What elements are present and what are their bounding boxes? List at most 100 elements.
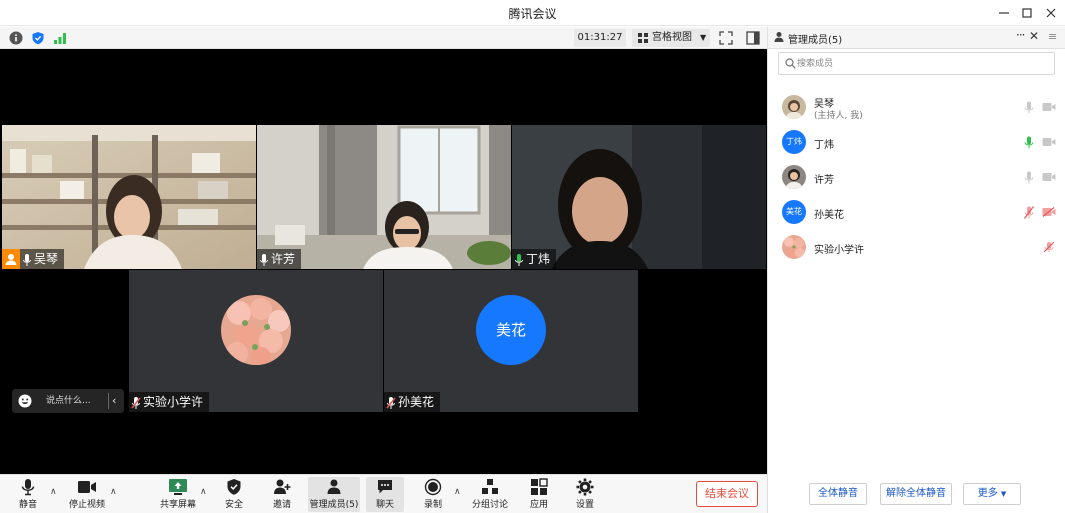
menu-icon[interactable]: ≡ [1048,30,1057,43]
window-title: 腾讯会议 [508,7,557,21]
member-name: 许芳 [814,175,834,186]
breakout-rooms-button[interactable]: 分组讨论 [470,477,510,512]
tile-name: 实验小学许 [143,395,204,409]
mute-button[interactable]: 静音 [12,477,44,512]
apps-button[interactable]: 应用 [524,477,554,512]
video-tile-shiyan[interactable]: 实验小学许 [129,270,383,412]
avatar [782,95,806,119]
members-panel: 管理成员(5) ··· ✕ ≡ 吴琴 (主持人, 我) 丁炜 丁炜 许芳 美花 [767,27,1065,513]
chevron-left-icon[interactable]: ‹ [112,389,116,413]
chat-placeholder[interactable]: 说点什么... [46,389,91,413]
share-screen-button[interactable]: 共享屏幕 [158,477,198,512]
tile-name-tag: 丁炜 [512,249,557,269]
stop-video-button[interactable]: 停止视频 [66,477,108,512]
shield-icon [227,479,241,495]
more-options-icon[interactable]: ··· [1016,28,1026,42]
participant-avatar: 美花 [476,295,546,365]
mic-icon [23,253,31,266]
tile-name-tag: 实验小学许 [129,392,210,412]
video-options-caret-icon[interactable]: ∧ [110,487,117,497]
close-window-button[interactable] [1040,3,1062,23]
mic-muted-icon [131,396,141,409]
record-options-caret-icon[interactable]: ∧ [454,487,461,497]
invite-user-icon [274,479,291,494]
caret-down-icon: ▼ [1000,490,1007,498]
camera-icon[interactable] [1042,102,1056,112]
quick-chat-box[interactable]: 说点什么... ‹ [12,389,124,413]
camera-icon[interactable] [1042,172,1056,182]
member-search-input[interactable] [797,55,1047,72]
view-mode-dropdown[interactable]: 宫格视图 ▼ [632,29,710,47]
video-tile-dingwei[interactable]: 丁炜 [512,125,766,269]
mic-muted-icon[interactable] [1042,242,1056,252]
unmute-all-button[interactable]: 解除全体静音 [880,483,952,505]
side-panel-toggle-icon[interactable] [745,30,761,46]
video-tile-sunmeihua[interactable]: 美花 孙美花 [384,270,638,412]
view-mode-label: 宫格视图 [652,32,692,43]
record-button[interactable]: 录制 [418,477,448,512]
member-row-wuqin[interactable]: 吴琴 (主持人, 我) [768,90,1065,124]
gear-icon [576,478,594,496]
minimize-button[interactable] [993,3,1015,23]
fullscreen-icon[interactable] [718,30,734,46]
share-options-caret-icon[interactable]: ∧ [200,487,207,497]
caret-down-icon: ▼ [700,33,707,42]
manage-members-button[interactable]: 管理成员(5) [308,477,360,512]
tile-name: 丁炜 [526,252,551,266]
settings-label: 设置 [575,500,594,510]
emoji-icon[interactable] [18,394,32,408]
participant-video [257,125,511,269]
microphone-icon [21,479,35,496]
maximize-button[interactable] [1016,3,1038,23]
mic-muted-icon[interactable] [1024,206,1034,219]
chat-bubble-icon [378,480,392,494]
chat-button[interactable]: 聊天 [366,477,404,512]
member-row-shiyan[interactable]: 实验小学许 [768,230,1065,264]
settings-button[interactable]: 设置 [570,477,600,512]
member-search-box[interactable] [778,52,1055,75]
members-icon [327,479,341,494]
security-button[interactable]: 安全 [218,477,250,512]
member-name: 实验小学许 [814,245,864,256]
camera-icon [78,481,96,493]
member-row-dingwei[interactable]: 丁炜 丁炜 [768,125,1065,159]
video-tile-wuqin[interactable]: 吴琴 [2,125,256,269]
members-panel-title: 管理成员(5) [788,35,843,46]
info-icon[interactable] [9,31,23,45]
divider [108,393,109,409]
member-row-sunmeihua[interactable]: 美花 孙美花 [768,195,1065,229]
apps-grid-icon [531,478,548,495]
end-meeting-button[interactable]: 结束会议 [696,481,758,507]
share-screen-label: 共享屏幕 [159,500,196,510]
member-name: 孙美花 [814,210,844,221]
title-bar: 腾讯会议 [0,0,1065,26]
grid-view-icon [638,33,648,43]
tile-name: 许芳 [271,252,296,266]
shield-icon[interactable] [31,31,45,45]
member-role: (主持人, 我) [814,111,863,121]
mic-active-icon [515,253,523,266]
mute-label: 静音 [18,500,37,510]
member-row-xufang[interactable]: 许芳 [768,160,1065,194]
camera-icon[interactable] [1042,137,1056,147]
tile-name: 孙美花 [398,395,435,409]
avatar: 丁炜 [782,130,806,154]
mute-all-button[interactable]: 全体静音 [809,483,867,505]
breakout-label: 分组讨论 [471,500,508,510]
mic-icon [260,253,268,266]
meeting-info-bar: 01:31:27 宫格视图 ▼ [0,27,767,49]
share-screen-icon [169,479,187,495]
breakout-icon [482,479,498,494]
video-tile-xufang[interactable]: 许芳 [257,125,511,269]
invite-button[interactable]: 邀请 [266,477,298,512]
mic-options-caret-icon[interactable]: ∧ [50,487,57,497]
close-panel-icon[interactable]: ✕ [1029,29,1039,43]
mic-icon[interactable] [1024,171,1034,184]
mic-icon[interactable] [1024,101,1034,114]
mic-active-icon[interactable] [1024,136,1034,149]
camera-off-icon[interactable] [1042,207,1056,217]
avatar [782,165,806,189]
signal-icon[interactable] [53,31,67,45]
more-button-label: 更多 [977,488,998,499]
more-button[interactable]: 更多 ▼ [963,483,1021,505]
